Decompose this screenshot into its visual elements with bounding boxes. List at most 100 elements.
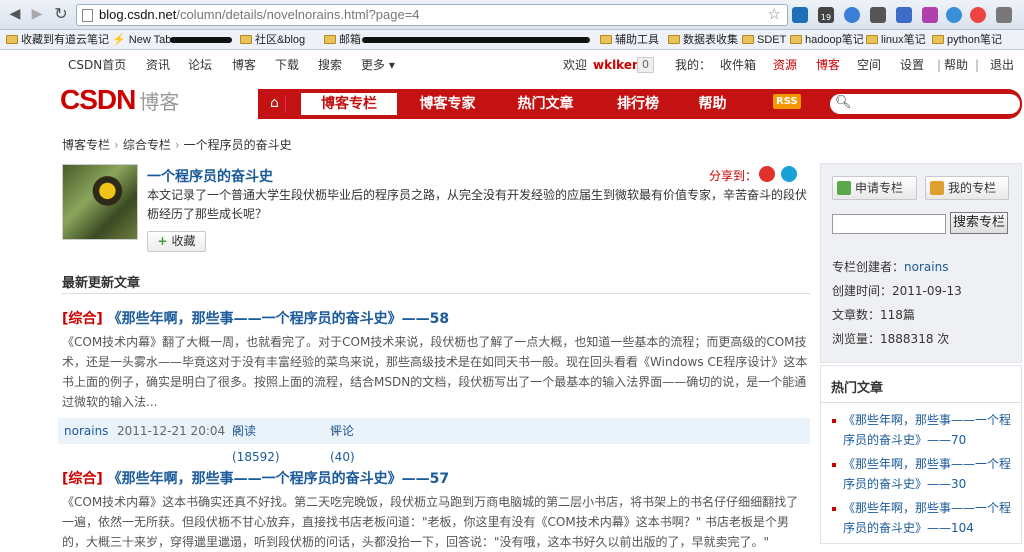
nav-link-home[interactable]: CSDN首页 — [68, 58, 126, 72]
nav-link-search[interactable]: 搜索 — [318, 58, 342, 72]
message-count-badge[interactable]: 0 — [637, 57, 654, 73]
article-summary: 《COM技术内幕》翻了大概一周，也就看完了。对于COM技术来说，段伏枥也了解了一… — [62, 335, 808, 409]
my-column-button[interactable]: 我的专栏 — [925, 176, 1009, 200]
tab-blog-experts[interactable]: 博客专家 — [410, 93, 485, 115]
address-bar[interactable]: blog.csdn.net/column/details/novelnorain… — [76, 4, 788, 26]
breadcrumb-current: 一个程序员的奋斗史 — [183, 138, 292, 152]
back-icon[interactable]: ◀ — [6, 5, 24, 23]
search-icon: 🔍︎ — [835, 95, 852, 110]
bookmark-item[interactable]: 辅助工具 — [600, 33, 659, 47]
column-thumbnail — [62, 164, 138, 240]
breadcrumb-item[interactable]: 综合专栏 — [123, 138, 171, 152]
column-search-input[interactable] — [832, 214, 946, 234]
tencent-share-icon[interactable] — [781, 166, 797, 182]
article-summary: 《COM技术内幕》这本书确实还真不好找。第二天吃完晚饭，段伏枥立马跑到万商电脑城… — [62, 495, 799, 549]
tab-rankings[interactable]: 排行榜 — [608, 93, 668, 115]
weibo-share-icon[interactable] — [759, 166, 775, 182]
extension-icon[interactable] — [970, 7, 986, 23]
csdn-logo[interactable]: CSDN 博客 — [60, 84, 179, 115]
extension-icon[interactable] — [870, 7, 886, 23]
article-title[interactable]: [综合] 《那些年啊，那些事——一个程序员的奋斗史》——57 — [62, 468, 449, 488]
my-column-icon — [930, 181, 944, 195]
bookmarks-bar: 收藏到有道云笔记 ⚡ New Tab 社区&blog 邮箱 辅助工具 数据表收集… — [0, 30, 1024, 50]
column-sidebar: 申请专栏 我的专栏 搜索专栏 专栏创建者：norains 创建时间：2011-0… — [820, 163, 1022, 363]
home-icon[interactable]: ⌂ — [264, 95, 286, 113]
article-date: 2011-12-21 20:04 — [117, 424, 226, 438]
redaction-mark — [362, 37, 590, 43]
page-icon — [82, 9, 93, 22]
site-top-nav: CSDN首页 资讯 论坛 博客 下载 搜索 更多 ▾ 欢迎 wklken 0 我… — [0, 50, 1024, 78]
apply-icon — [837, 181, 851, 195]
tab-hot-articles[interactable]: 热门文章 — [508, 93, 583, 115]
article-title[interactable]: [综合] 《那些年啊，那些事——一个程序员的奋斗史》——58 — [62, 308, 449, 328]
bookmark-item[interactable]: 收藏到有道云笔记 — [6, 33, 109, 47]
extension-icon[interactable] — [922, 7, 938, 23]
hot-articles-panel: 热门文章 《那些年啊，那些事——一个程序员的奋斗史》——70 《那些年啊，那些事… — [820, 365, 1022, 544]
nav-link-forum[interactable]: 论坛 — [188, 58, 212, 72]
rss-icon[interactable]: RSS — [773, 94, 801, 109]
favorite-button[interactable]: + 收藏 — [147, 231, 206, 252]
plus-icon: + — [157, 234, 168, 248]
extension-icon[interactable] — [792, 7, 808, 23]
bookmark-item[interactable]: hadoop笔记 — [790, 33, 864, 47]
hot-article-link[interactable]: 《那些年啊，那些事——一个程序员的奋斗史》——30 — [831, 454, 1019, 494]
breadcrumb-item[interactable]: 博客专栏 — [62, 138, 110, 152]
redaction-mark — [170, 37, 232, 43]
article-count-row: 文章数：118篇 — [832, 308, 915, 322]
nav-link-settings[interactable]: 设置 — [900, 58, 924, 72]
bookmark-item[interactable]: 社区&blog — [240, 33, 305, 47]
forward-icon[interactable]: ▶ — [28, 5, 46, 23]
tab-help[interactable]: 帮助 — [690, 93, 735, 115]
extension-icon[interactable] — [996, 7, 1012, 23]
username-link[interactable]: wklken — [593, 58, 641, 72]
nav-link-inbox[interactable]: 收件箱 — [720, 58, 756, 72]
nav-divider: | — [937, 58, 942, 72]
reload-icon[interactable]: ↻ — [52, 5, 70, 23]
apply-column-button[interactable]: 申请专栏 — [832, 176, 917, 200]
welcome-text: 欢迎 — [563, 58, 588, 72]
nav-link-space[interactable]: 空间 — [857, 58, 881, 72]
bookmark-item[interactable]: ⚡ New Tab — [112, 33, 171, 47]
bookmark-item[interactable]: 数据表收集 — [668, 33, 738, 47]
nav-link-more[interactable]: 更多 ▾ — [361, 58, 395, 72]
column-title[interactable]: 一个程序员的奋斗史 — [147, 166, 273, 186]
bookmark-item[interactable]: 邮箱 — [324, 33, 361, 47]
creator-link[interactable]: norains — [904, 260, 948, 274]
hot-article-link[interactable]: 《那些年啊，那些事——一个程序员的奋斗史》——70 — [831, 410, 1019, 450]
nav-divider: | — [975, 58, 980, 72]
nav-link-resources[interactable]: 资源 — [773, 58, 797, 72]
hot-article-link[interactable]: 《那些年啊，那些事——一个程序员的奋斗史》——104 — [831, 498, 1019, 538]
nav-link-news[interactable]: 资讯 — [146, 58, 170, 72]
browser-toolbar: ◀ ▶ ↻ blog.csdn.net/column/details/novel… — [0, 0, 1024, 30]
bookmark-item[interactable]: python笔记 — [932, 33, 1002, 47]
hot-articles-title: 热门文章 — [831, 381, 884, 396]
nav-link-blog[interactable]: 博客 — [232, 58, 256, 72]
url-path: /column/details/novelnorains.html?page=4 — [176, 7, 420, 22]
nav-link-logout[interactable]: 退出 — [990, 58, 1014, 72]
main-nav-bar: ⌂ 博客专栏 博客专家 热门文章 排行榜 帮助 RSS 🔍︎ — [258, 89, 1022, 119]
extension-icon[interactable] — [946, 7, 962, 23]
extension-icon[interactable] — [896, 7, 912, 23]
extension-badge-icon[interactable]: 19 — [818, 7, 834, 23]
article-author[interactable]: norains — [64, 418, 108, 444]
created-row: 创建时间：2011-09-13 — [832, 284, 962, 298]
nav-link-download[interactable]: 下载 — [275, 58, 299, 72]
creator-row: 专栏创建者：norains — [832, 260, 949, 274]
views-row: 浏览量：1888318 次 — [832, 332, 950, 346]
tab-blog-columns[interactable]: 博客专栏 — [301, 93, 397, 115]
nav-link-my-blog[interactable]: 博客 — [816, 58, 840, 72]
extension-icon[interactable] — [844, 7, 860, 23]
nav-link-help[interactable]: 帮助 — [944, 58, 968, 72]
section-divider — [62, 293, 810, 294]
bookmark-item[interactable]: linux笔记 — [866, 33, 926, 47]
share-label: 分享到： — [709, 169, 758, 183]
bookmark-item[interactable]: SDET — [742, 33, 786, 47]
column-search-button[interactable]: 搜索专栏 — [950, 212, 1008, 234]
url-host: blog.csdn.net — [99, 7, 177, 22]
my-label: 我的： — [675, 58, 712, 72]
article-meta: norains 2011-12-21 20:04 ⚲ 阅读(18592) ✎ 评… — [58, 418, 810, 464]
section-title: 最新更新文章 — [62, 276, 141, 291]
column-description: 本文记录了一个普通大学生段伏枥毕业后的程序员之路，从完全没有开发经验的应届生到微… — [147, 188, 808, 221]
bookmark-star-icon[interactable]: ☆ — [768, 5, 781, 25]
site-search-input[interactable]: 🔍︎ — [830, 94, 1020, 114]
